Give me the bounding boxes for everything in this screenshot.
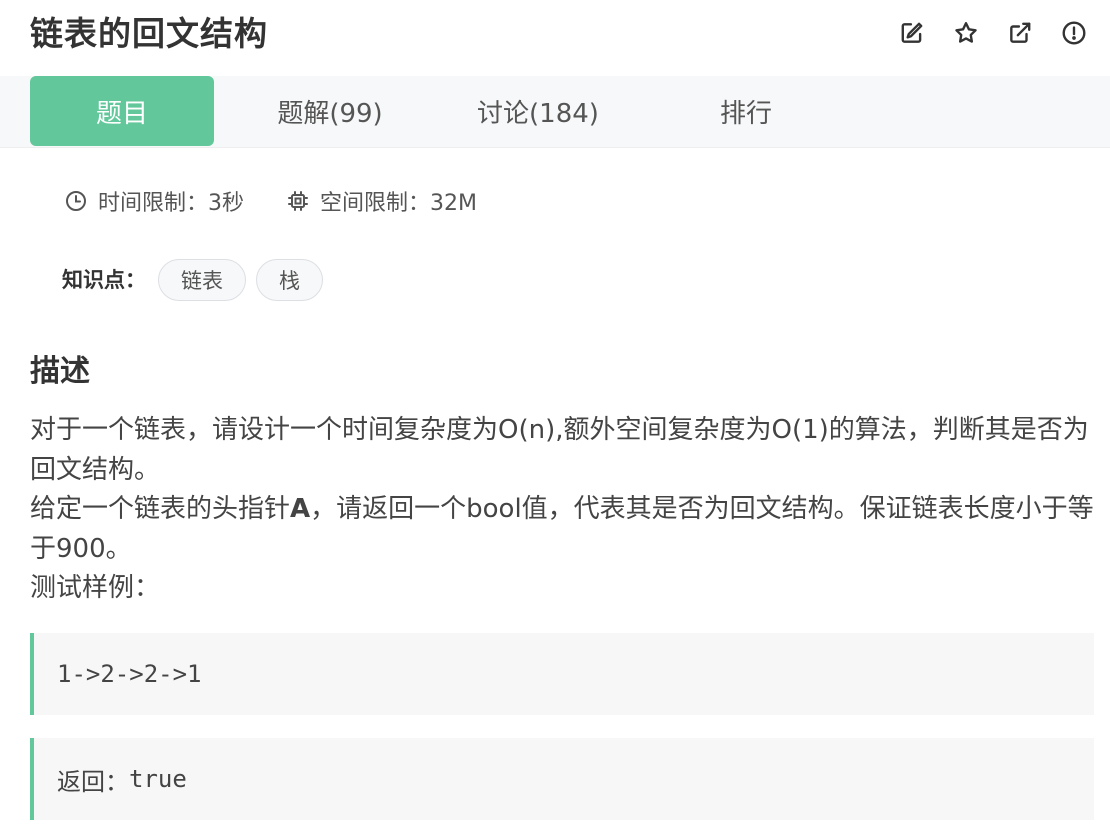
problem-tabs: 题目 题解(99) 讨论(184) 排行 [0,76,1110,148]
alert-icon[interactable] [1060,17,1088,49]
tag-linked-list[interactable]: 链表 [158,259,246,301]
problem-header: 链表的回文结构 [0,0,1110,76]
tag-stack[interactable]: 栈 [256,259,323,301]
problem-limits: 时间限制：3秒 空间限制：32M [64,185,477,217]
description-heading: 描述 [30,354,90,389]
tab-discussion[interactable]: 讨论(184) [448,76,628,146]
star-icon[interactable] [952,17,980,49]
tab-ranking[interactable]: 排行 [656,76,836,146]
description-line: 对于一个链表，请设计一个时间复杂度为O(n),额外空间复杂度为O(1)的算法，判… [30,415,1089,485]
example-output-block: 返回： true [30,738,1094,820]
example-input-block: 1->2->2->1 [30,633,1094,715]
description-line: 给定一个链表的头指针A，请返回一个bool值，代表其是否为回文结构。保证链表长度… [30,494,1094,564]
edit-icon[interactable] [898,17,926,49]
space-limit-text: 空间限制：32M [320,191,477,216]
example-input: 1->2->2->1 [57,660,202,688]
clock-icon [66,191,86,211]
example-output-value: true [129,765,187,793]
tab-solutions[interactable]: 题解(99) [240,76,420,146]
problem-description: 对于一个链表，请设计一个时间复杂度为O(n),额外空间复杂度为O(1)的算法，判… [30,411,1095,609]
knowledge-points: 知识点： 链表 栈 [62,258,333,302]
example-output-label: 返回： [57,767,129,796]
time-limit: 时间限制：3秒 [64,185,244,217]
problem-title: 链表的回文结构 [30,14,268,53]
header-actions [898,17,1088,49]
knowledge-label: 知识点： [62,268,146,292]
description-line: 测试样例： [30,573,161,603]
space-limit: 空间限制：32M [286,185,477,217]
chip-icon [288,191,308,211]
tab-problem[interactable]: 题目 [30,76,214,146]
time-limit-text: 时间限制：3秒 [98,191,244,216]
external-link-icon[interactable] [1006,17,1034,49]
